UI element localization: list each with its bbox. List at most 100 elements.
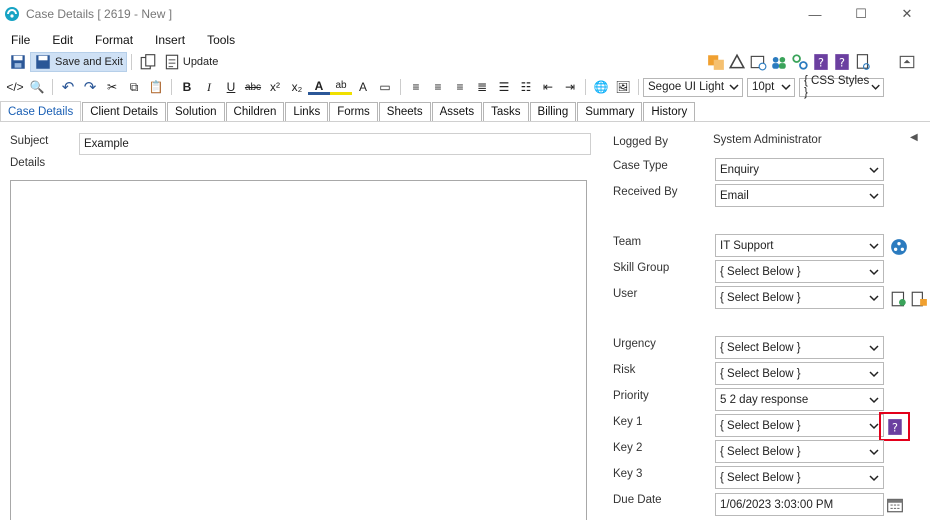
calendar-icon[interactable] <box>886 496 904 514</box>
team-network-icon[interactable] <box>890 238 908 256</box>
css-styles-select[interactable]: { CSS Styles } <box>799 75 884 99</box>
tab-solution[interactable]: Solution <box>166 102 225 121</box>
undo-icon[interactable]: ↶ <box>57 77 79 97</box>
indent-icon[interactable]: ⇥ <box>559 77 581 97</box>
due-date-input[interactable]: 1/06/2023 3:03:00 PM <box>715 493 884 516</box>
user-lookup-icon[interactable] <box>890 290 908 308</box>
horizontal-rule-icon[interactable]: ▭ <box>374 77 396 97</box>
bold-icon[interactable]: B <box>176 77 198 97</box>
priority-select[interactable]: 5 2 day response <box>715 388 884 411</box>
save-button[interactable] <box>6 52 30 72</box>
case-type-select[interactable]: Enquiry <box>715 158 884 181</box>
merge-icon[interactable] <box>707 53 725 71</box>
key1-help-book-icon[interactable]: ? <box>886 418 904 436</box>
tab-client-details[interactable]: Client Details <box>82 102 166 121</box>
window-dock-icon[interactable] <box>898 53 916 71</box>
document-search-icon[interactable] <box>854 53 872 71</box>
bullet-list-icon[interactable]: ☰ <box>493 77 515 97</box>
app-logo-icon <box>5 7 19 21</box>
insert-image-icon[interactable]: 🖼 <box>612 77 634 97</box>
chevron-down-icon <box>869 474 879 481</box>
tab-case-details[interactable]: Case Details <box>0 101 82 121</box>
strikethrough-icon[interactable]: abc <box>242 77 264 97</box>
tab-history[interactable]: History <box>643 102 696 121</box>
close-button[interactable]: ✕ <box>884 0 930 28</box>
font-family-select[interactable]: Segoe UI Light <box>643 77 743 97</box>
help-book-icon[interactable]: ? <box>833 53 851 71</box>
user-assign-icon[interactable] <box>910 290 928 308</box>
insert-link-icon[interactable]: 🌐 <box>590 77 612 97</box>
key2-select[interactable]: { Select Below } <box>715 440 884 463</box>
subject-label: Subject <box>10 135 49 147</box>
update-icon <box>165 54 179 70</box>
copy-case-button[interactable] <box>136 52 160 72</box>
outdent-icon[interactable]: ⇤ <box>537 77 559 97</box>
received-by-value: Email <box>720 189 749 202</box>
save-icon <box>11 55 25 69</box>
tab-links[interactable]: Links <box>285 102 329 121</box>
copy-icon[interactable]: ⧉ <box>123 77 145 97</box>
details-editor[interactable] <box>10 180 587 520</box>
toolbar-separator <box>171 79 172 95</box>
urgency-select[interactable]: { Select Below } <box>715 336 884 359</box>
team-select[interactable]: IT Support <box>715 234 884 257</box>
update-button[interactable]: Update <box>160 52 221 72</box>
tab-billing[interactable]: Billing <box>529 102 577 121</box>
menu-tools[interactable]: Tools <box>196 33 246 47</box>
font-size-select[interactable]: 10pt <box>747 77 795 97</box>
logged-by-value: System Administrator <box>713 134 822 146</box>
collapse-panel-icon[interactable]: ◀ <box>910 132 918 143</box>
chevron-down-icon <box>729 84 739 91</box>
key1-select[interactable]: { Select Below } <box>715 414 884 437</box>
menu-file[interactable]: File <box>0 33 41 47</box>
risk-select[interactable]: { Select Below } <box>715 362 884 385</box>
tab-children[interactable]: Children <box>225 102 285 121</box>
menu-format[interactable]: Format <box>84 33 144 47</box>
logged-by-label: Logged By <box>613 136 668 148</box>
calendar-clock-icon[interactable] <box>749 53 767 71</box>
highlight-icon[interactable]: ab <box>330 79 352 95</box>
key3-select[interactable]: { Select Below } <box>715 466 884 489</box>
paste-icon[interactable]: 📋 <box>145 77 167 97</box>
justify-icon[interactable]: ≣ <box>471 77 493 97</box>
maximize-button[interactable]: ☐ <box>838 0 884 28</box>
italic-icon[interactable]: I <box>198 77 220 97</box>
subscript-icon[interactable]: x₂ <box>286 77 308 97</box>
tab-tasks[interactable]: Tasks <box>483 102 529 121</box>
chevron-down-icon <box>869 448 879 455</box>
user-select[interactable]: { Select Below } <box>715 286 884 309</box>
tab-forms[interactable]: Forms <box>329 102 378 121</box>
tab-sheets[interactable]: Sheets <box>378 102 431 121</box>
align-left-icon[interactable]: ≡ <box>405 77 427 97</box>
key1-value: { Select Below } <box>720 419 801 432</box>
font-size-icon[interactable]: A <box>352 77 374 97</box>
align-center-icon[interactable]: ≡ <box>427 77 449 97</box>
tab-summary[interactable]: Summary <box>577 102 643 121</box>
save-and-exit-button[interactable]: Save and Exit <box>30 52 127 72</box>
recycle-icon[interactable] <box>728 53 746 71</box>
knowledge-base-icon[interactable]: ? <box>812 53 830 71</box>
source-code-icon[interactable]: </> <box>4 77 26 97</box>
team-label: Team <box>613 236 642 248</box>
users-icon[interactable] <box>770 53 788 71</box>
save-exit-icon <box>36 55 50 69</box>
superscript-icon[interactable]: x² <box>264 77 286 97</box>
redo-icon[interactable]: ↷ <box>79 77 101 97</box>
align-right-icon[interactable]: ≡ <box>449 77 471 97</box>
preview-icon[interactable]: 🔍 <box>26 77 48 97</box>
svg-text:?: ? <box>818 57 824 70</box>
chevron-down-icon <box>869 268 879 275</box>
received-by-select[interactable]: Email <box>715 184 884 207</box>
cut-icon[interactable]: ✂ <box>101 77 123 97</box>
minimize-button[interactable]: — <box>792 0 838 28</box>
case-type-label: Case Type <box>613 160 668 172</box>
link-icon[interactable] <box>791 53 809 71</box>
menu-edit[interactable]: Edit <box>41 33 84 47</box>
numbered-list-icon[interactable]: ☷ <box>515 77 537 97</box>
underline-icon[interactable]: U <box>220 77 242 97</box>
skill-group-select[interactable]: { Select Below } <box>715 260 884 283</box>
subject-input[interactable]: Example <box>79 133 591 155</box>
menu-insert[interactable]: Insert <box>144 33 196 47</box>
font-color-icon[interactable]: A <box>308 79 330 95</box>
tab-assets[interactable]: Assets <box>431 102 483 121</box>
